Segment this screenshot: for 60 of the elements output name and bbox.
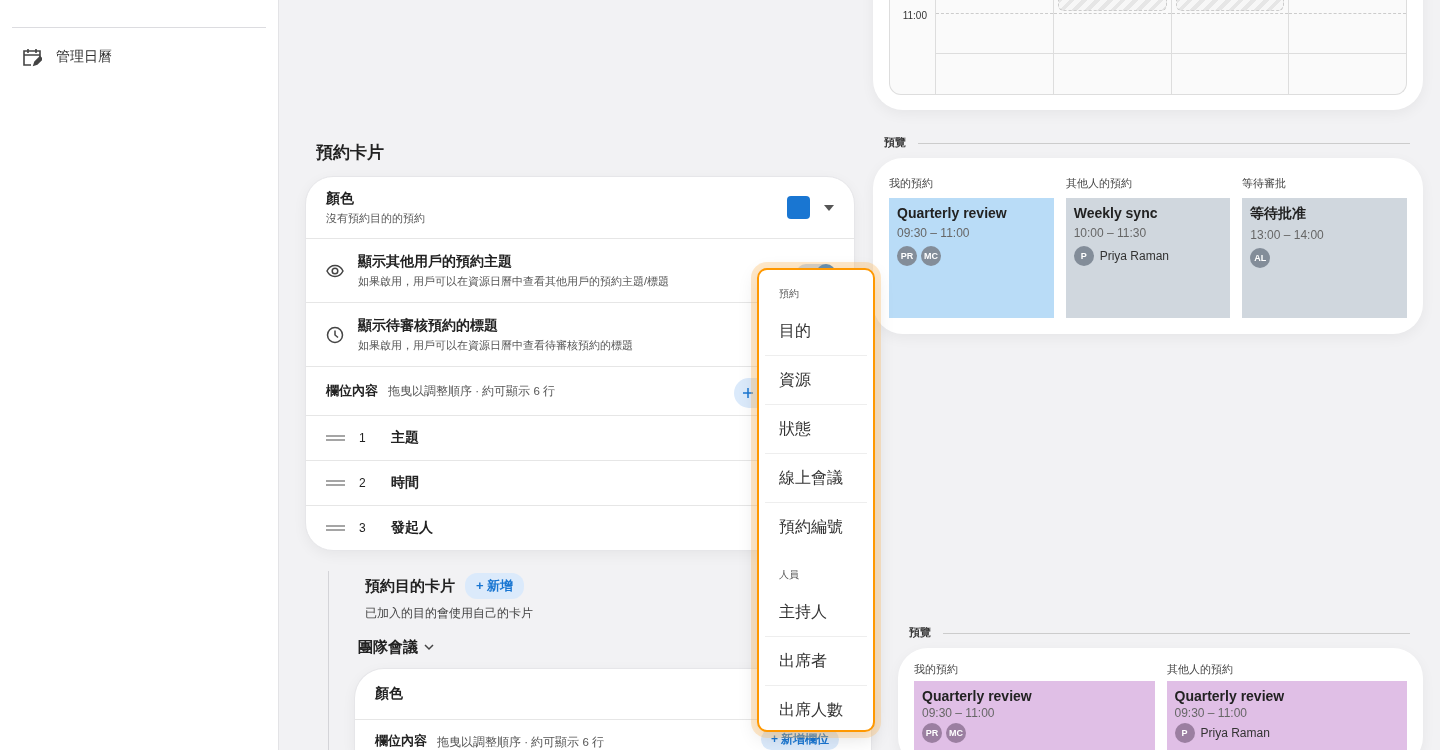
setting-title: 顏色 [375,685,403,703]
avatar: PR [922,723,942,743]
menu-item[interactable]: 出席人數 [765,685,867,730]
event-time: 10:00 – 11:30 [1073,226,1148,240]
column-heading: 我的預約 [889,176,934,191]
field-label: 主題 [391,429,419,447]
event-time: 13:00 – 14:00 [1250,228,1325,242]
sidebar-item[interactable]: 管理日曆 [0,28,278,86]
fields-hint: 拖曳以調整順序 · 約可顯示 6 行 [388,383,555,399]
menu-item[interactable]: 預約編號 [765,502,867,551]
avatar: MC [921,246,941,266]
avatar: AL [1250,248,1271,268]
fields-label: 欄位內容 [326,382,378,400]
column-heading: 我的預約 [914,662,959,677]
event-title: 等待批准 [1250,205,1308,223]
menu-item[interactable]: 出席者 [765,636,867,685]
avatar: P [1073,246,1094,266]
setting-title: 顏色 [326,189,354,208]
event-time: 09:30 – 11:00 [897,226,971,240]
menu-item[interactable]: 主持人 [765,588,867,636]
field-label: 時間 [391,474,419,492]
menu-item[interactable]: 線上會議 [765,453,867,502]
menu-item[interactable]: 狀態 [765,404,867,453]
section-subtitle: 已加入的目的會使用自己的卡片 [365,605,533,622]
event-time: 09:30 – 11:00 [922,706,996,720]
setting-title: 顯示待審核預約的標題 [358,316,498,335]
setting-description: 如果啟用，用戶可以在資源日曆中查看待審核預約的標題 [358,337,633,353]
event-time: 09:30 – 11:00 [1174,706,1248,720]
avatar: P [1174,723,1195,743]
row-number: 2 [359,476,367,490]
menu-item[interactable]: 資源 [765,355,867,404]
menu-item[interactable]: 目的 [765,307,867,355]
setting-description: 沒有預約目的的預約 [326,210,425,226]
fields-label: 欄位內容 [375,732,427,750]
add-button[interactable]: + 新增 [465,573,525,599]
row-number: 3 [359,521,367,535]
event-title: Quarterly review [922,688,1033,704]
fields-hint: 拖曳以調整順序 · 約可顯示 6 行 [437,735,604,750]
event-title: Quarterly review [1174,688,1286,704]
menu-section-header: 預約 [779,288,799,299]
avatar: PR [897,246,917,266]
row-number: 1 [359,431,367,445]
time-label: 11:00 [901,10,928,21]
preview-label: 預覽 [884,136,906,150]
person-name: Priya Raman [1200,726,1270,740]
person-name: Priya Raman [1099,249,1170,263]
event-title: Weekly sync [1073,205,1159,221]
setting-description: 如果啟用，用戶可以在資源日曆中查看其他用戶的預約主題/標題 [358,273,670,289]
column-heading: 等待審批 [1242,176,1288,191]
section-title: 預約目的卡片 [365,576,455,596]
column-heading: 其他人的預約 [1065,176,1133,191]
event-title: Quarterly review [897,205,1008,221]
setting-title: 顯示其他用戶的預約主題 [358,252,512,271]
column-heading: 其他人的預約 [1166,662,1234,677]
field-label: 發起人 [391,519,433,537]
group-dropdown[interactable]: 團隊會議 [358,638,434,657]
section-heading: 預約卡片 [316,142,385,164]
menu-section-header: 人員 [779,569,799,580]
preview-label: 預覽 [909,626,931,640]
avatar: MC [946,723,966,743]
